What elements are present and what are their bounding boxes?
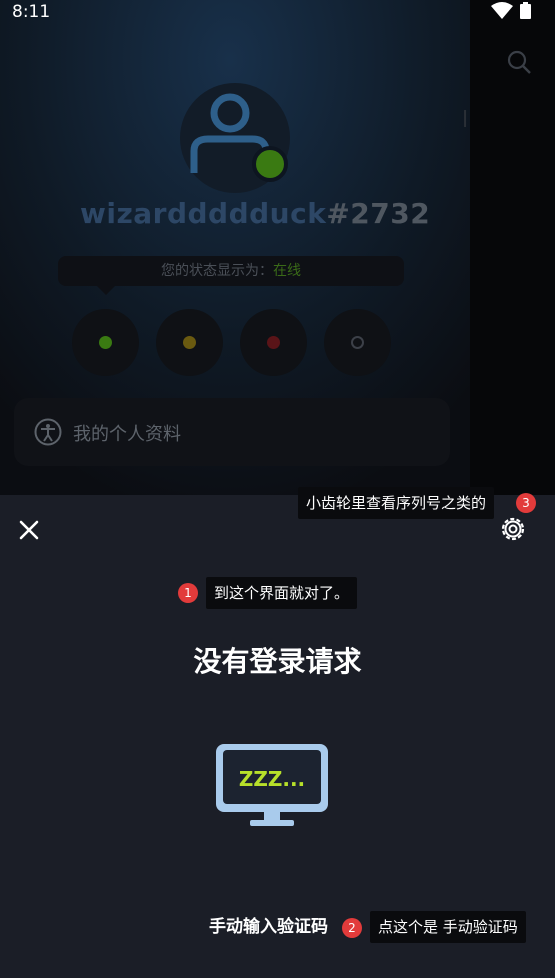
annotation-1-note: 到这个界面就对了。 bbox=[206, 577, 358, 609]
username-text: wizarddddduck bbox=[80, 197, 327, 230]
dnd-icon bbox=[267, 336, 280, 349]
annotation-3-badge: 3 bbox=[516, 493, 536, 513]
status-value: 在线 bbox=[273, 263, 301, 279]
status-display: 您的状态显示为：在线 bbox=[58, 256, 404, 286]
monitor-icon: ZZZ... bbox=[216, 744, 328, 826]
status-prefix: 您的状态显示为： bbox=[161, 263, 273, 279]
partial-text: l bbox=[462, 108, 469, 133]
manual-entry-link[interactable]: 手动输入验证码 bbox=[209, 912, 328, 937]
battery-icon bbox=[520, 2, 531, 19]
search-icon[interactable] bbox=[505, 48, 533, 76]
status-option-dnd[interactable] bbox=[240, 309, 307, 376]
monitor-text: ZZZ... bbox=[239, 767, 305, 791]
login-request-sheet bbox=[0, 495, 555, 978]
idle-moon-icon bbox=[183, 336, 196, 349]
status-bar: 8:11 bbox=[0, 0, 555, 24]
status-pointer bbox=[97, 286, 115, 295]
username: wizarddddduck#2732 bbox=[80, 197, 430, 230]
online-dot-icon bbox=[99, 336, 112, 349]
close-icon[interactable] bbox=[17, 518, 41, 542]
status-option-idle[interactable] bbox=[156, 309, 223, 376]
profile-label: 我的个人资料 bbox=[73, 424, 181, 445]
presence-dot bbox=[252, 146, 288, 182]
accessibility-icon bbox=[34, 418, 62, 446]
annotation-1-badge: 1 bbox=[178, 583, 198, 603]
discriminator: #2732 bbox=[326, 197, 431, 230]
status-option-invisible[interactable] bbox=[324, 309, 391, 376]
gear-icon[interactable] bbox=[498, 514, 528, 544]
annotation-3-note: 小齿轮里查看序列号之类的 bbox=[298, 487, 495, 519]
sheet-title: 没有登录请求 bbox=[193, 645, 362, 678]
wifi-icon bbox=[491, 2, 513, 19]
annotation-2-note: 点这个是 手动验证码 bbox=[370, 911, 526, 943]
status-time: 8:11 bbox=[12, 2, 51, 22]
my-profile-button[interactable]: 我的个人资料 bbox=[14, 398, 450, 466]
invisible-icon bbox=[351, 336, 364, 349]
annotation-2-badge: 2 bbox=[342, 918, 362, 938]
status-option-online[interactable] bbox=[72, 309, 139, 376]
avatar[interactable] bbox=[180, 83, 290, 193]
